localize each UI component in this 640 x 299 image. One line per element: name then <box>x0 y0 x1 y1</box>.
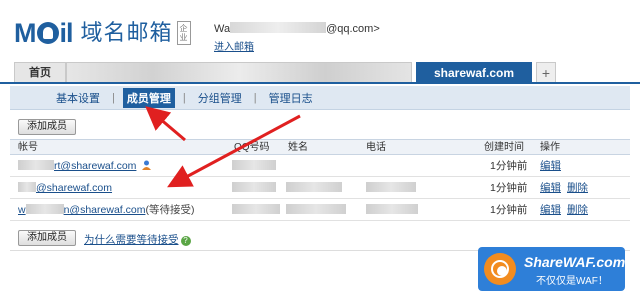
user-email-prefix: Wa <box>214 23 231 35</box>
enter-mail-link[interactable]: 进入邮箱 <box>214 38 380 53</box>
sharewaf-logo-icon <box>484 253 516 285</box>
account-cell[interactable]: w n@sharewaf.com(等待接受) <box>18 199 194 221</box>
logo-text-a: M <box>14 18 36 48</box>
subnav-separator: | <box>253 91 257 104</box>
account-name: n@sharewaf.com <box>63 204 146 216</box>
logo-badge: 企业 <box>176 21 191 45</box>
redacted-block <box>232 182 276 192</box>
add-member-button-bottom[interactable]: 添加成员 <box>18 230 76 246</box>
mail-logo[interactable]: M il 域名邮箱 企业 <box>14 18 191 48</box>
product-name: 域名邮箱 <box>80 20 173 45</box>
edit-link[interactable]: 编辑 <box>540 182 561 194</box>
actions-cell: 编辑 <box>540 155 567 177</box>
why-wait-link[interactable]: 为什么需要等待接受? <box>84 232 191 247</box>
delete-link[interactable]: 删除 <box>567 204 588 216</box>
subnav-admin-log[interactable]: 管理日志 <box>265 88 317 108</box>
add-tab-button[interactable]: + <box>536 62 556 82</box>
subnav-basic-settings[interactable]: 基本设置 <box>52 88 104 108</box>
redacted-block <box>286 182 342 192</box>
pending-status: (等待接受) <box>145 204 195 216</box>
account-cell[interactable]: rt@sharewaf.com <box>18 155 152 177</box>
subnav-separator: | <box>112 91 115 104</box>
members-table: 帐号 QQ号码 姓名 电话 创建时间 操作 rt@sharewaf.com 1分… <box>10 139 630 221</box>
phone-cell <box>366 177 416 199</box>
name-cell <box>286 199 346 221</box>
column-created: 创建时间 <box>484 142 524 153</box>
phone-cell <box>366 199 418 221</box>
edit-link[interactable]: 编辑 <box>540 160 561 172</box>
subnav-separator: | <box>182 91 186 104</box>
created-cell: 1分钟前 <box>490 160 528 172</box>
column-account: 帐号 <box>18 142 38 153</box>
redacted-block <box>366 204 418 214</box>
redacted-block <box>232 204 280 214</box>
logo-text-b: il <box>59 18 74 48</box>
arrow-to-member-tab <box>145 106 186 142</box>
add-member-button[interactable]: 添加成员 <box>18 119 76 135</box>
domain-tabbar: 首页 sharewaf.com + <box>0 62 640 84</box>
column-actions: 操作 <box>540 142 560 153</box>
qq-cell <box>232 177 276 199</box>
help-icon: ? <box>180 236 191 246</box>
table-row: rt@sharewaf.com 1分钟前 编辑 <box>10 155 630 177</box>
tab-redacted[interactable] <box>66 62 412 82</box>
watermark-title: ShareWAF.com <box>524 254 626 270</box>
why-wait-text: 为什么需要等待接受 <box>84 234 179 246</box>
account-name: @sharewaf.com <box>36 182 113 194</box>
created-cell: 1分钟前 <box>490 204 528 216</box>
redacted-block <box>18 182 36 192</box>
account-name: rt@sharewaf.com <box>54 160 137 172</box>
tab-active-domain[interactable]: sharewaf.com <box>416 62 532 82</box>
sharewaf-watermark: ShareWAF.com 不仅仅是WAF！ <box>478 247 625 291</box>
column-qq: QQ号码 <box>234 142 270 153</box>
user-info: Wa @qq.com> 进入邮箱 <box>214 22 380 53</box>
actions-cell: 编辑 删除 <box>540 177 594 199</box>
table-row: w n@sharewaf.com(等待接受) 1分钟前 编辑 删除 <box>10 199 630 221</box>
actions-cell: 编辑 删除 <box>540 199 594 221</box>
redacted-block <box>25 204 64 214</box>
admin-user-icon <box>142 160 152 170</box>
account-cell[interactable]: @sharewaf.com <box>18 177 112 199</box>
header: M il 域名邮箱 企业 Wa @qq.com> 进入邮箱 <box>0 0 640 62</box>
redacted-block <box>18 160 54 170</box>
logo-o-icon <box>36 22 59 44</box>
subnav-group-management[interactable]: 分组管理 <box>194 88 246 108</box>
account-prefix: w <box>18 204 26 216</box>
name-cell <box>286 177 342 199</box>
subnav-member-management[interactable]: 成员管理 <box>122 87 175 108</box>
watermark-slogan: 不仅仅是WAF！ <box>536 276 608 287</box>
created-cell: 1分钟前 <box>490 182 528 194</box>
table-row: @sharewaf.com 1分钟前 编辑 删除 <box>10 177 630 199</box>
user-email: Wa @qq.com> <box>214 22 380 35</box>
delete-link[interactable]: 删除 <box>567 182 588 194</box>
qq-cell <box>232 199 280 221</box>
redacted-block <box>366 182 416 192</box>
column-phone: 电话 <box>366 142 386 153</box>
table-header: 帐号 QQ号码 姓名 电话 创建时间 操作 <box>10 139 630 155</box>
user-email-suffix: @qq.com> <box>326 23 380 35</box>
tab-home[interactable]: 首页 <box>14 62 66 82</box>
sub-navigation: 基本设置 | 成员管理 | 分组管理 | 管理日志 <box>10 86 630 110</box>
redacted-block <box>232 160 276 170</box>
qq-cell <box>232 155 276 177</box>
redacted-block <box>286 204 346 214</box>
column-name: 姓名 <box>288 142 308 153</box>
redacted-block <box>230 22 327 33</box>
edit-link[interactable]: 编辑 <box>540 204 561 216</box>
